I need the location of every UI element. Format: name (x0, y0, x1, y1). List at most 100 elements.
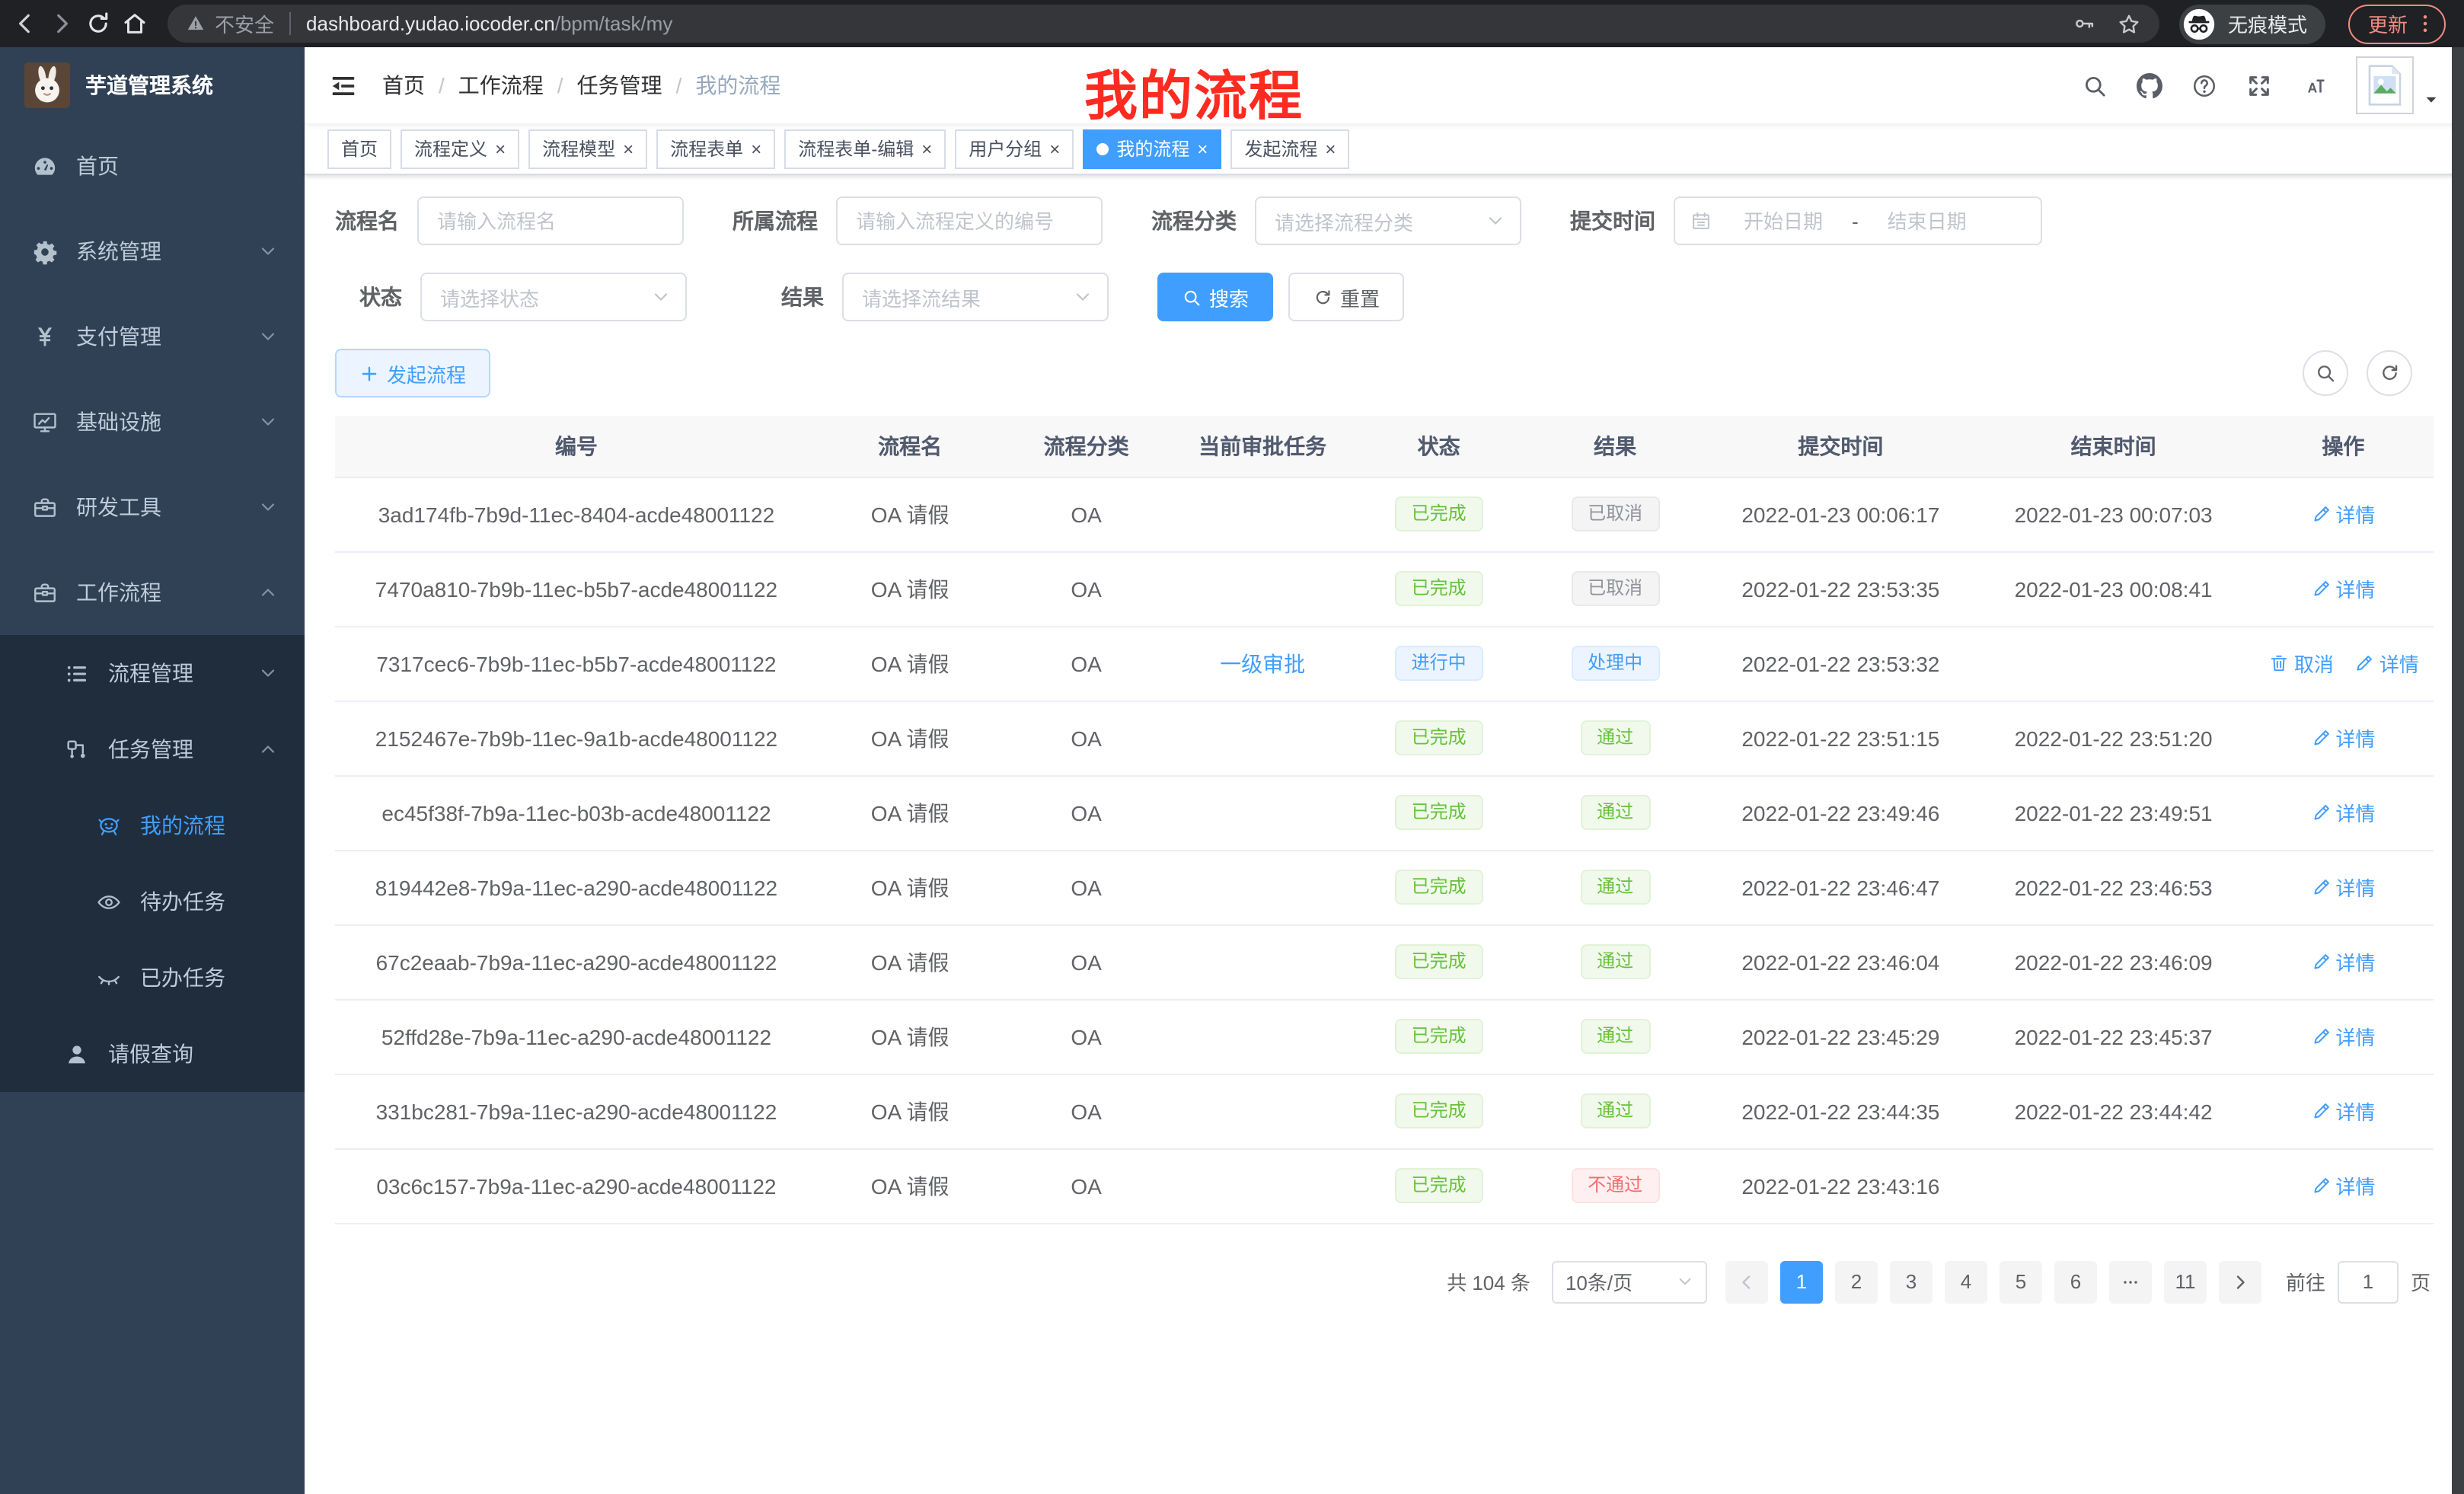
close-tab-icon[interactable]: × (1197, 139, 1208, 158)
page-button-6[interactable]: 6 (2054, 1260, 2097, 1303)
breadcrumb-item[interactable]: 首页 (382, 70, 425, 101)
page-button-4[interactable]: 4 (1945, 1260, 1987, 1303)
parent-process-input[interactable] (836, 196, 1103, 245)
close-tab-icon[interactable]: × (751, 139, 761, 158)
cancel-action-button[interactable]: 取消 (2270, 649, 2334, 678)
tab-process-form[interactable]: 流程表单× (656, 129, 775, 168)
flow-icon (64, 736, 90, 762)
browser-url-bar[interactable]: 不安全 dashboard.yudao.iocoder.cn/bpm/task/… (168, 5, 2159, 43)
browser-forward-icon[interactable] (49, 11, 75, 37)
more-pages-button[interactable] (2109, 1260, 2152, 1303)
close-tab-icon[interactable]: × (1049, 139, 1060, 158)
bookmark-star-icon[interactable] (2117, 11, 2141, 36)
page-button-2[interactable]: 2 (1835, 1260, 1878, 1303)
category-select[interactable]: 请选择流程分类 (1255, 196, 1521, 245)
breadcrumb-item[interactable]: 任务管理 (577, 70, 662, 101)
browser-reload-icon[interactable] (85, 11, 111, 37)
pagination: 共 104 条10条/页12345611前往页 (335, 1260, 2434, 1303)
date-range-picker[interactable]: - (1674, 196, 2042, 245)
sidebar-item-leave-query[interactable]: 请假查询 (0, 1016, 305, 1092)
result-select[interactable]: 请选择流结果 (842, 273, 1109, 321)
security-warning-icon[interactable] (186, 14, 206, 34)
sidebar-item-infrastructure[interactable]: 基础设施 (0, 379, 305, 464)
sidebar-toggle-icon[interactable] (329, 71, 358, 100)
detail-action-button[interactable]: 详情 (2311, 500, 2375, 528)
sidebar-item-payment-mgmt[interactable]: 支付管理 (0, 294, 305, 379)
browser-home-icon[interactable] (122, 11, 148, 37)
create-process-button[interactable]: 发起流程 (335, 349, 490, 397)
cell-result: 处理中 (1523, 626, 1708, 701)
detail-action-button[interactable]: 详情 (2311, 798, 2375, 827)
detail-action-button[interactable]: 详情 (2355, 649, 2419, 678)
detail-action-button[interactable]: 详情 (2311, 1171, 2375, 1200)
tab-process-form-edit[interactable]: 流程表单-编辑× (784, 129, 946, 168)
process-name-input[interactable] (417, 196, 684, 245)
sidebar-item-system-mgmt[interactable]: 系统管理 (0, 209, 305, 294)
reset-button[interactable]: 重置 (1288, 273, 1404, 321)
end-date-input[interactable] (1865, 209, 1990, 232)
start-date-input[interactable] (1721, 209, 1846, 232)
goto-page-input[interactable] (2338, 1260, 2399, 1303)
fullscreen-icon[interactable] (2246, 72, 2272, 98)
tab-process-definition[interactable]: 流程定义× (401, 129, 519, 168)
refresh-table-button[interactable] (2367, 350, 2412, 396)
page-button-11[interactable]: 11 (2164, 1260, 2207, 1303)
github-icon[interactable] (2137, 72, 2162, 98)
tab-user-group[interactable]: 用户分组× (955, 129, 1074, 168)
page-button-3[interactable]: 3 (1890, 1260, 1933, 1303)
sidebar-item-process-mgmt[interactable]: 流程管理 (0, 635, 305, 711)
current-task-link[interactable]: 一级审批 (1220, 651, 1305, 675)
browser-back-icon[interactable] (12, 11, 38, 37)
detail-action-button[interactable]: 详情 (2311, 873, 2375, 902)
detail-action-button[interactable]: 详情 (2311, 1097, 2375, 1125)
close-tab-icon[interactable]: × (623, 139, 634, 158)
cell-status: 已完成 (1355, 477, 1522, 551)
show-search-button[interactable] (2303, 350, 2348, 396)
tab-process-model[interactable]: 流程模型× (528, 129, 647, 168)
font-size-icon[interactable] (2301, 72, 2327, 98)
action-label: 详情 (2335, 500, 2375, 528)
page-scrollbar[interactable] (2452, 47, 2464, 1494)
page-size-select[interactable]: 10条/页 (1552, 1260, 1707, 1303)
search-icon[interactable] (2082, 72, 2108, 98)
close-tab-icon[interactable]: × (921, 139, 932, 158)
status-select[interactable]: 请选择状态 (420, 273, 687, 321)
close-tab-icon[interactable]: × (495, 139, 506, 158)
cell-current-task (1170, 477, 1355, 551)
breadcrumb-item[interactable]: 工作流程 (458, 70, 544, 101)
page-button-5[interactable]: 5 (2000, 1260, 2042, 1303)
browser-update-button[interactable]: 更新 (2348, 4, 2446, 43)
cell-current-task: 一级审批 (1170, 626, 1355, 701)
prev-page-button[interactable] (1725, 1260, 1768, 1303)
next-page-button[interactable] (2219, 1260, 2261, 1303)
app-logo[interactable]: 芋道管理系统 (0, 47, 305, 123)
page-button-1[interactable]: 1 (1780, 1260, 1823, 1303)
status-badge: 已完成 (1395, 1019, 1483, 1054)
avatar (2356, 56, 2414, 114)
tab-start-process[interactable]: 发起流程× (1230, 129, 1349, 168)
sidebar-item-dev-tools[interactable]: 研发工具 (0, 464, 305, 550)
sidebar-item-task-mgmt[interactable]: 任务管理 (0, 711, 305, 787)
search-button[interactable]: 搜索 (1157, 273, 1273, 321)
detail-action-button[interactable]: 详情 (2311, 1022, 2375, 1051)
sidebar-item-home[interactable]: 首页 (0, 123, 305, 209)
edit-icon (2311, 504, 2331, 524)
detail-action-button[interactable]: 详情 (2311, 947, 2375, 976)
sidebar-item-done-tasks[interactable]: 已办任务 (0, 940, 305, 1016)
edit-icon (2311, 1101, 2331, 1121)
close-tab-icon[interactable]: × (1325, 139, 1336, 158)
cell-process-name: OA 请假 (818, 701, 1003, 775)
detail-action-button[interactable]: 详情 (2311, 723, 2375, 752)
browser-menu-icon[interactable] (2414, 12, 2437, 35)
detail-action-button[interactable]: 详情 (2311, 574, 2375, 603)
password-key-icon[interactable] (2073, 12, 2095, 35)
cell-category: OA (1002, 850, 1170, 924)
user-avatar-menu[interactable] (2356, 56, 2440, 114)
sidebar-item-todo-tasks[interactable]: 待办任务 (0, 864, 305, 940)
tab-my-process[interactable]: 我的流程× (1083, 129, 1221, 168)
sidebar-item-workflow[interactable]: 工作流程 (0, 550, 305, 635)
sidebar-item-my-process[interactable]: 我的流程 (0, 787, 305, 864)
tab-label: 首页 (341, 136, 378, 161)
help-icon[interactable] (2191, 72, 2217, 98)
tab-home[interactable]: 首页 (327, 129, 391, 168)
